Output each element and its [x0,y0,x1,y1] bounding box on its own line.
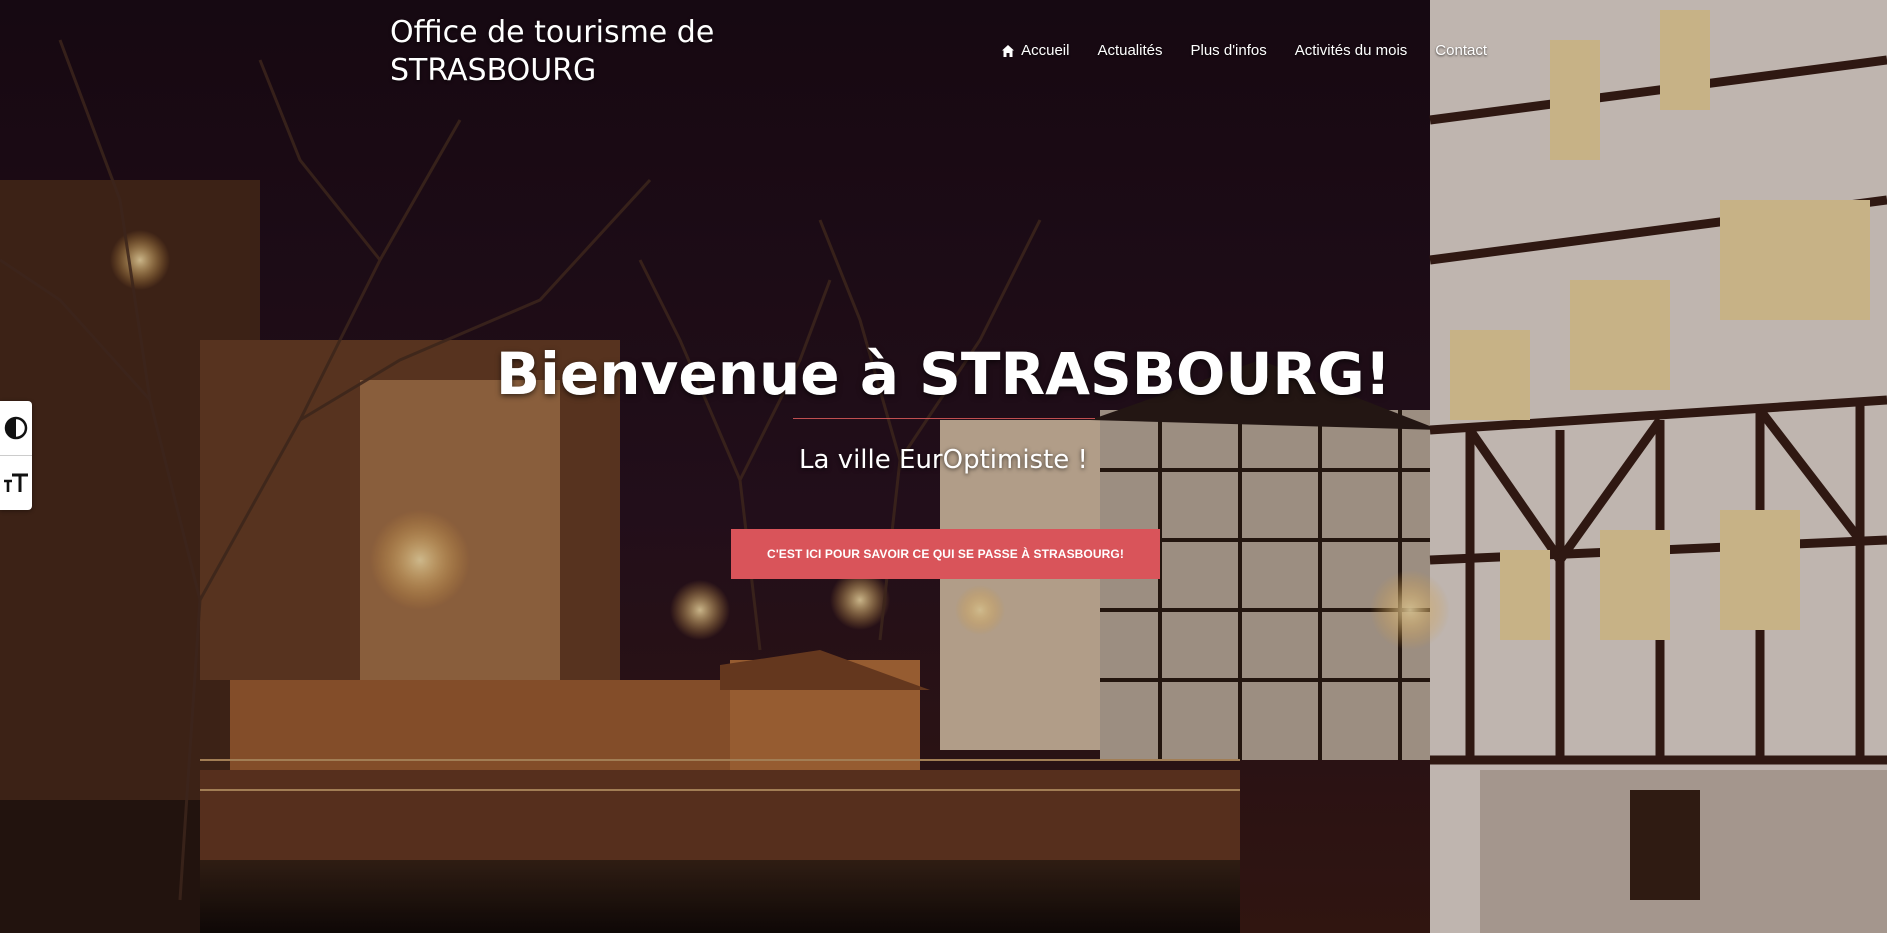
hero-title: Bienvenue à STRASBOURG! [495,340,1392,408]
hero-section: Office de tourisme de STRASBOURG Accueil… [0,0,1887,933]
contrast-icon [4,416,28,440]
contrast-toggle-button[interactable] [0,401,32,455]
nav-item-label: Accueil [1021,42,1070,59]
nav-item-plus-dinfos[interactable]: Plus d'infos [1191,42,1267,59]
nav-item-actualites[interactable]: Actualités [1097,42,1162,59]
text-size-icon [4,473,28,492]
hero-divider [793,418,1095,419]
site-title-line1: Office de tourisme de [390,15,715,50]
nav-item-accueil[interactable]: Accueil [1001,42,1069,59]
site-title[interactable]: Office de tourisme de STRASBOURG [390,14,714,90]
nav-item-label: Actualités [1097,42,1163,59]
nav-item-label: Activités du mois [1294,42,1408,59]
site-title-line2: STRASBOURG [390,53,597,88]
nav-item-label: Plus d'infos [1190,42,1267,59]
home-icon [1002,44,1015,57]
cta-button[interactable]: C'EST ICI POUR SAVOIR CE QUI SE PASSE À … [731,529,1160,579]
text-size-button[interactable] [0,455,32,510]
hero-subtitle: La ville EurOptimiste ! [799,445,1088,475]
nav-item-contact[interactable]: Contact [1435,42,1487,59]
accessibility-toolbar [0,401,32,510]
main-nav: Accueil Actualités Plus d'infos Activité… [973,42,1487,59]
nav-item-activites-du-mois[interactable]: Activités du mois [1295,42,1408,59]
nav-item-label: Contact [1435,42,1487,59]
